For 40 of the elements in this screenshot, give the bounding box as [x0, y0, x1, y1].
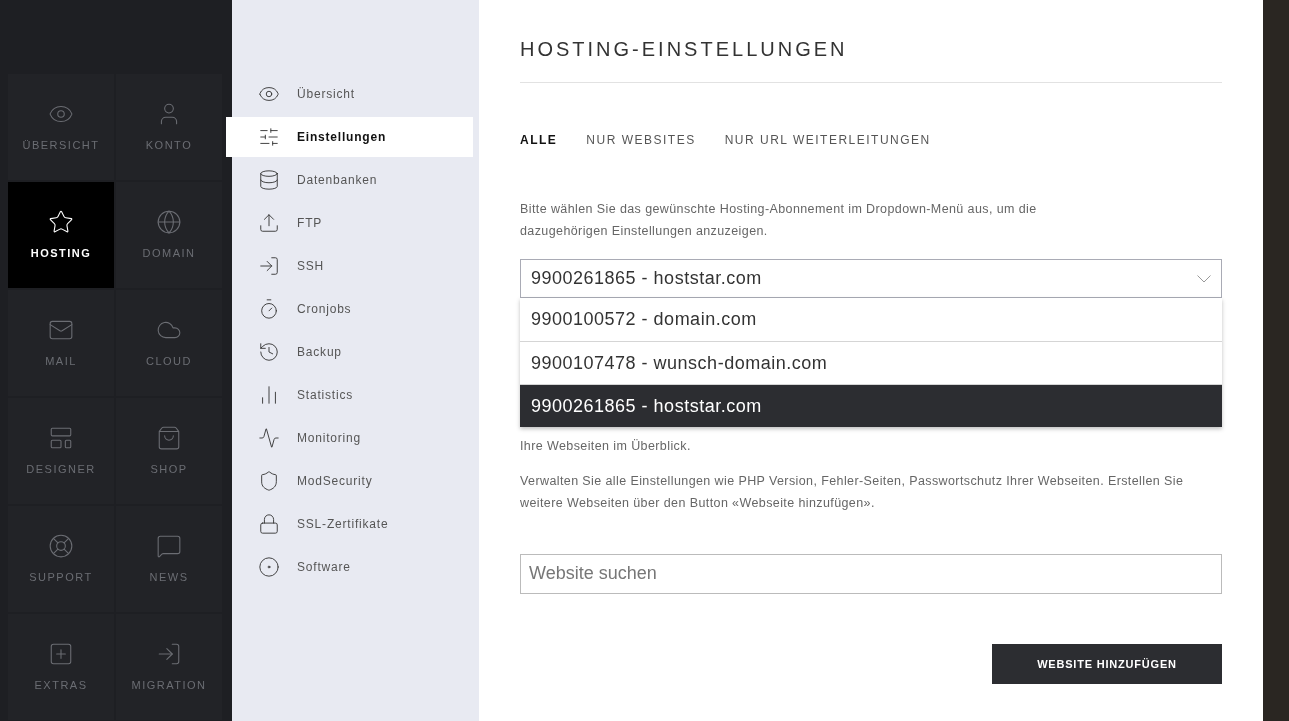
submenu-item[interactable]: Einstellungen	[226, 117, 473, 157]
shield-icon	[258, 470, 280, 492]
subscription-dropdown[interactable]: 9900261865 - hoststar.com	[520, 259, 1222, 298]
star-icon	[48, 208, 74, 235]
chevron-down-icon	[1197, 274, 1211, 283]
submenu-item[interactable]: Übersicht	[232, 74, 479, 114]
arrow-into-box-icon	[258, 255, 280, 277]
submenu-item[interactable]: Statistics	[232, 375, 479, 415]
submenu-item[interactable]: ModSecurity	[232, 461, 479, 501]
globe-icon	[156, 208, 182, 235]
stopwatch-icon	[258, 298, 280, 320]
pulse-icon	[258, 427, 280, 449]
lifebuoy-icon	[48, 532, 74, 559]
add-website-button[interactable]: WEBSITE HINZUFÜGEN	[992, 643, 1222, 684]
submenu-item[interactable]: Backup	[232, 332, 479, 372]
page-title: HOSTING-EINSTELLUNGEN	[520, 34, 1222, 83]
database-icon	[258, 169, 280, 191]
submenu-item[interactable]: Cronjobs	[232, 289, 479, 329]
dropdown-option[interactable]: 9900261865 - hoststar.com	[520, 384, 1222, 427]
lock-icon	[258, 513, 280, 535]
overview-text: Ihre Webseiten im Überblick.	[520, 438, 692, 455]
shopping-bag-icon	[156, 424, 182, 451]
description-text: Verwalten Sie alle Einstellungen wie PHP Version, Fehler-Seiten, Passwortschutz Ihrer Webseiten. Erstellen Sie weitere Webseiten über den Button «Webseite hinzufügen».	[520, 472, 1185, 512]
nav-tile[interactable]: HOSTING	[8, 182, 114, 288]
intro-text: Bitte wählen Sie das gewünschte Hosting-Abonnement im Dropdown-Menü aus, um die dazugehörigen Einstellungen anzuzeigen.	[520, 201, 1038, 240]
submenu-item[interactable]: Datenbanken	[232, 160, 479, 200]
submenu-item[interactable]: Monitoring	[232, 418, 479, 458]
sliders-icon	[258, 126, 280, 148]
disc-icon	[258, 556, 280, 578]
upload-icon	[258, 212, 280, 234]
submenu-item[interactable]: SSH	[232, 246, 479, 286]
submenu-item[interactable]: Software	[232, 547, 479, 587]
submenu-item[interactable]: SSL-Zertifikate	[232, 504, 479, 544]
submenu-item[interactable]: FTP	[232, 203, 479, 243]
history-icon	[258, 341, 280, 363]
filter-tab[interactable]: NUR WEBSITES	[586, 131, 696, 149]
search-field[interactable]: Website suchen	[520, 553, 1222, 594]
filter-tab[interactable]: ALLE	[520, 131, 558, 149]
dropdown-option[interactable]: 9900100572 - domain.com	[520, 298, 1222, 341]
filter-tab[interactable]: NUR URL WEITERLEITUNGEN	[724, 131, 931, 149]
